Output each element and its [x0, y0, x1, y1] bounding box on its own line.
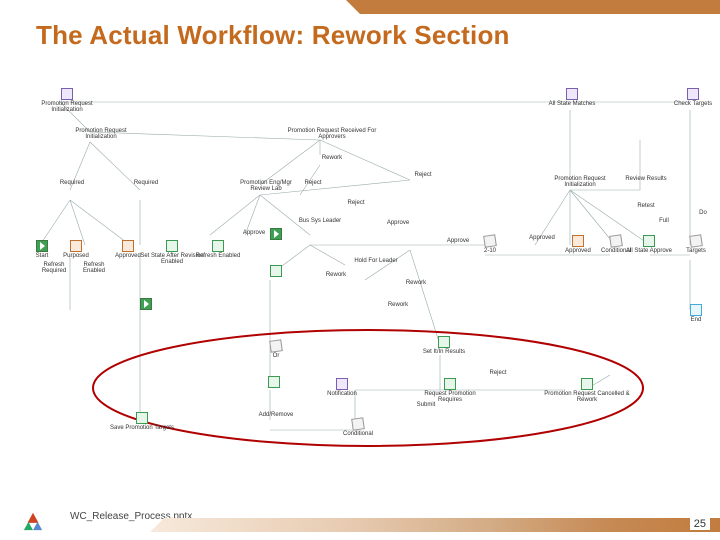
object-icon	[687, 88, 699, 100]
node-all-state-matches: All State Matches	[544, 88, 600, 107]
node-full: Full	[636, 218, 692, 224]
node-start: Start	[14, 240, 70, 259]
node-approve-2: Approve	[370, 220, 426, 226]
node-block-2	[118, 298, 174, 311]
slide: The Actual Workflow: Rework Section	[0, 0, 720, 540]
node-notification: Notification	[314, 378, 370, 397]
state-icon	[122, 240, 134, 252]
end-icon	[690, 304, 702, 316]
node-block-1	[248, 228, 304, 241]
state-icon	[70, 240, 82, 252]
node-promotion-init-2: Promotion Request Initialization	[540, 176, 620, 189]
object-icon	[483, 234, 497, 247]
node-refresh-enabled-1: Refresh Enabled	[74, 262, 114, 275]
node-rework-2: Rework	[370, 302, 426, 308]
node-set-results: Set It/In Results	[416, 336, 472, 355]
task-icon	[581, 378, 593, 390]
node-submit: Submit	[398, 402, 454, 408]
node-reject-3: Reject	[328, 200, 384, 206]
decision-icon	[351, 417, 365, 430]
task-icon	[212, 240, 224, 252]
task-icon	[166, 240, 178, 252]
node-check-targets: Check Targets	[665, 88, 720, 107]
node-cancelled-rework: Promotion Request Cancelled & Rework	[542, 378, 632, 404]
node-rework-top: Rework	[304, 155, 360, 161]
node-received-for-approvers: Promotion Request Received For Approvers	[282, 128, 382, 141]
node-refresh-enabled-2: Refresh Enabled	[194, 240, 242, 259]
node-bus-sys-leader: Bus Sys Leader	[292, 218, 348, 224]
node-all-state-approve: All State Approve	[624, 235, 674, 254]
node-end: End	[668, 304, 720, 323]
node-save-targets: Save Promotion Targets	[110, 412, 174, 431]
node-block-3	[248, 265, 304, 278]
page-number: 25	[690, 518, 710, 530]
task-icon	[270, 228, 282, 240]
node-2-10: 2-10	[462, 235, 518, 254]
node-or: Or	[248, 340, 304, 359]
node-required-1: Required	[44, 180, 100, 186]
node-promotion-init-1: Promotion Request Initialization	[60, 128, 142, 141]
slide-title: The Actual Workflow: Rework Section	[36, 20, 510, 51]
task-icon	[136, 412, 148, 424]
node-review-results: Review Results	[618, 176, 674, 182]
node-request-promotion-req: Request Promotion Requires	[414, 378, 486, 404]
node-add-remove: Add/Remove	[244, 412, 308, 418]
node-rework-3: Rework	[388, 280, 444, 286]
object-icon	[566, 88, 578, 100]
task-icon	[438, 336, 450, 348]
workflow-diagram: Promotion Request Initialization All Sta…	[10, 80, 710, 480]
footer: WC_Release_Process.pptx 25	[0, 506, 720, 540]
start-icon	[36, 240, 48, 252]
object-icon	[689, 234, 703, 247]
footer-accent-bar	[150, 518, 720, 532]
node-reject-4: Reject	[470, 370, 526, 376]
node-targets: Targets	[668, 235, 720, 254]
node-hold-for-leader: Hold For Leader	[348, 258, 404, 264]
node-block-4	[246, 376, 302, 389]
node-retest: Retest	[618, 203, 674, 209]
header-accent-bar	[360, 0, 720, 14]
task-icon	[140, 298, 152, 310]
task-icon	[270, 265, 282, 277]
task-icon	[643, 235, 655, 247]
node-required-2: Required	[118, 180, 174, 186]
node-reject-2: Reject	[395, 172, 451, 178]
node-refresh-required: Refresh Required	[34, 262, 74, 275]
state-icon	[572, 235, 584, 247]
node-do: Do	[675, 210, 720, 216]
node-promotion-init-top: Promotion Request Initialization	[32, 88, 102, 114]
task-icon	[444, 378, 456, 390]
mail-icon	[336, 378, 348, 390]
task-icon	[268, 376, 280, 388]
decision-icon	[609, 234, 623, 247]
or-gate-icon	[269, 339, 283, 352]
node-eng-mgr-review: Promotion Eng/Mgr Review Lab	[234, 180, 298, 193]
object-icon	[61, 88, 73, 100]
logo-icon	[22, 510, 44, 532]
node-rework-1: Rework	[308, 272, 364, 278]
node-conditional-2: Conditional	[330, 418, 386, 437]
